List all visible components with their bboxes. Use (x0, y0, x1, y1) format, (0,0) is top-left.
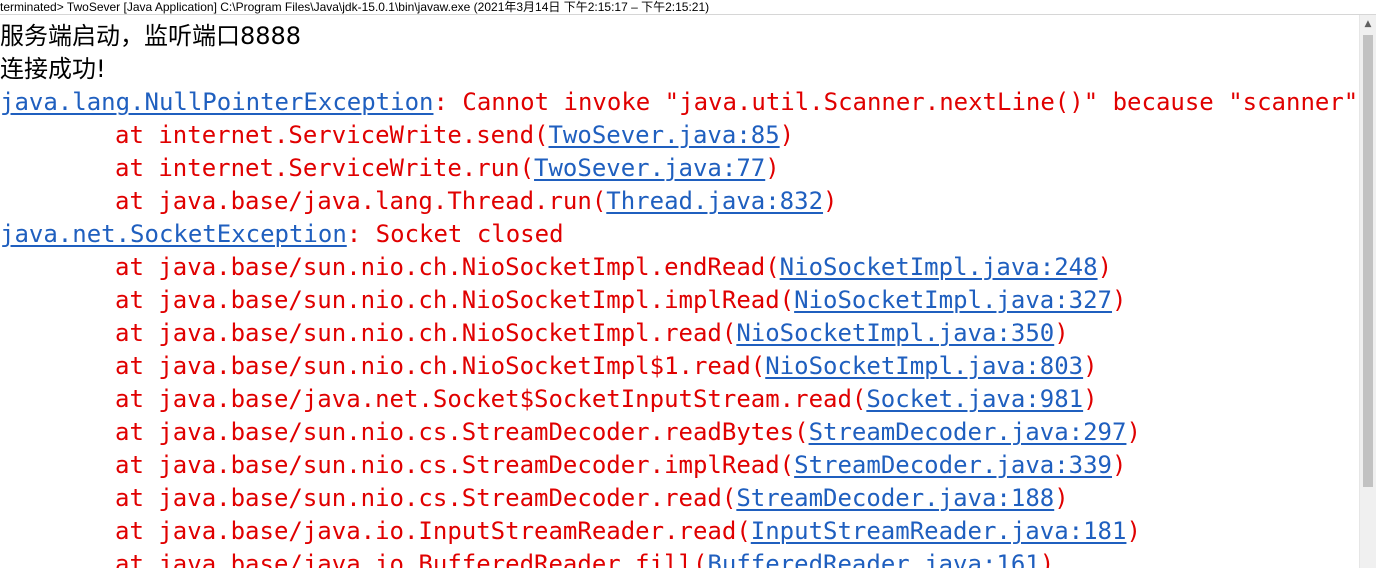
stack-frame-method: at internet.ServiceWrite.run( (115, 154, 535, 182)
vertical-scrollbar[interactable]: ▲ (1359, 15, 1376, 568)
stack-frame-close: ) (1112, 286, 1127, 314)
source-location-link[interactable]: Thread.java:832 (606, 187, 823, 215)
exception-line: java.lang.NullPointerException: Cannot i… (0, 86, 1358, 119)
source-location-link[interactable]: TwoSever.java:77 (534, 154, 765, 182)
stack-frame-close: ) (1112, 451, 1127, 479)
stack-frame-close: ) (1054, 319, 1069, 347)
console-line: 服务端启动，监听端口8888 (0, 20, 301, 53)
stack-frame-close: ) (1083, 385, 1098, 413)
console-line: 连接成功! (0, 53, 106, 86)
stack-frame-method: at java.base/java.io.InputStreamReader.r… (115, 517, 751, 545)
stack-frame-close: ) (1126, 517, 1141, 545)
exception-line: java.net.SocketException: Socket closed (0, 218, 564, 251)
stack-frame-line: at java.base/sun.nio.ch.NioSocketImpl.im… (0, 284, 1126, 317)
source-location-link[interactable]: TwoSever.java:85 (548, 121, 779, 149)
source-location-link[interactable]: Socket.java:981 (866, 385, 1083, 413)
console-text: 服务端启动，监听端口8888 (0, 22, 302, 50)
source-location-link[interactable]: NioSocketImpl.java:350 (736, 319, 1054, 347)
stack-frame-method: at java.base/sun.nio.cs.StreamDecoder.re… (115, 418, 809, 446)
scrollbar-thumb[interactable] (1363, 35, 1373, 487)
stack-frame-method: at java.base/java.net.Socket$SocketInput… (115, 385, 867, 413)
stack-frame-method: at java.base/sun.nio.ch.NioSocketImpl.im… (115, 286, 795, 314)
stack-frame-line: at java.base/java.io.BufferedReader.fill… (0, 548, 1054, 568)
stack-frame-close: ) (1083, 352, 1098, 380)
stack-frame-close: ) (823, 187, 838, 215)
stack-frame-close: ) (765, 154, 780, 182)
stack-frame-method: at internet.ServiceWrite.send( (115, 121, 549, 149)
exception-class-link[interactable]: java.lang.NullPointerException (0, 88, 433, 116)
console-view: terminated> TwoSever [Java Application] … (0, 0, 1376, 568)
stack-frame-line: at internet.ServiceWrite.send(TwoSever.j… (0, 119, 794, 152)
stack-frame-line: at java.base/java.net.Socket$SocketInput… (0, 383, 1098, 416)
stack-frame-line: at java.base/sun.nio.cs.StreamDecoder.im… (0, 449, 1126, 482)
stack-frame-method: at java.base/sun.nio.ch.NioSocketImpl$1.… (115, 352, 766, 380)
stack-frame-line: at java.base/sun.nio.ch.NioSocketImpl.re… (0, 317, 1069, 350)
stack-frame-method: at java.base/sun.nio.cs.StreamDecoder.re… (115, 484, 737, 512)
source-location-link[interactable]: StreamDecoder.java:339 (794, 451, 1112, 479)
stack-frame-close: ) (1097, 253, 1113, 281)
stack-frame-close: ) (1039, 550, 1055, 568)
source-location-link[interactable]: NioSocketImpl.java:327 (794, 286, 1112, 314)
stack-frame-method: at java.base/sun.nio.ch.NioSocketImpl.re… (115, 319, 737, 347)
stack-frame-method: at java.base/sun.nio.cs.StreamDecoder.im… (115, 451, 795, 479)
source-location-link[interactable]: NioSocketImpl.java:248 (780, 253, 1098, 281)
console-title-bar: terminated> TwoSever [Java Application] … (0, 0, 1376, 15)
source-location-link[interactable]: NioSocketImpl.java:803 (765, 352, 1083, 380)
stack-frame-line: at java.base/java.io.InputStreamReader.r… (0, 515, 1141, 548)
stack-frame-line: at java.base/java.lang.Thread.run(Thread… (0, 185, 837, 218)
source-location-link[interactable]: StreamDecoder.java:297 (809, 418, 1127, 446)
stack-frame-method: at java.base/sun.nio.ch.NioSocketImpl.en… (115, 253, 780, 281)
stack-frame-line: at java.base/sun.nio.cs.StreamDecoder.re… (0, 482, 1069, 515)
stack-frame-method: at java.base/java.io.BufferedReader.fill… (115, 550, 708, 568)
stack-frame-line: at java.base/sun.nio.cs.StreamDecoder.re… (0, 416, 1141, 449)
stack-frame-method: at java.base/java.lang.Thread.run( (115, 187, 607, 215)
source-location-link[interactable]: StreamDecoder.java:188 (736, 484, 1054, 512)
stack-frame-line: at java.base/sun.nio.ch.NioSocketImpl.en… (0, 251, 1112, 284)
exception-class-link[interactable]: java.net.SocketException (0, 220, 347, 248)
exception-message: : Socket closed (346, 220, 564, 248)
exception-message: : Cannot invoke "java.util.Scanner.nextL… (433, 88, 1359, 116)
stack-frame-line: at java.base/sun.nio.ch.NioSocketImpl$1.… (0, 350, 1098, 383)
source-location-link[interactable]: BufferedReader.java:161 (707, 550, 1039, 568)
stack-frame-close: ) (779, 121, 795, 149)
source-location-link[interactable]: InputStreamReader.java:181 (751, 517, 1127, 545)
console-output[interactable]: 服务端启动，监听端口8888 连接成功! java.lang.NullPointer… (0, 17, 1360, 568)
console-text: 连接成功! (0, 55, 106, 83)
stack-frame-close: ) (1126, 418, 1141, 446)
stack-frame-line: at internet.ServiceWrite.run(TwoSever.ja… (0, 152, 780, 185)
launch-description: terminated> TwoSever [Java Application] … (0, 0, 710, 14)
scroll-up-arrow-icon[interactable]: ▲ (1360, 15, 1376, 32)
stack-frame-close: ) (1054, 484, 1069, 512)
